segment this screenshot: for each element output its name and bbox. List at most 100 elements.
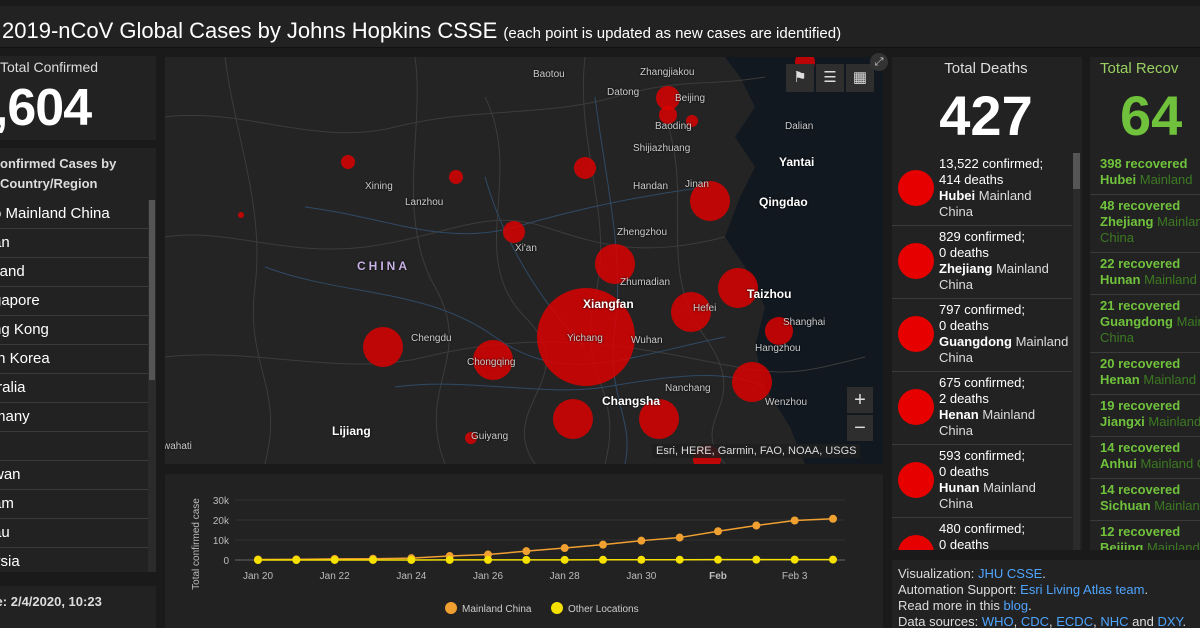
list-item[interactable]: 480 confirmed; 0 deaths <box>892 518 1072 550</box>
jhu-csse-link[interactable]: JHU CSSE <box>978 566 1042 581</box>
list-item[interactable]: am <box>0 490 148 519</box>
recovered-count: 22 recovered <box>1100 256 1181 271</box>
case-bubble-hebei[interactable] <box>574 157 596 179</box>
map-label: Chongqing <box>467 357 516 368</box>
list-item[interactable]: iland <box>0 258 148 287</box>
list-item[interactable]: gapore <box>0 287 148 316</box>
esri-living-atlas-link[interactable]: Esri Living Atlas team <box>1020 582 1144 597</box>
expand-icon[interactable]: ⤢ <box>870 53 888 71</box>
map-label: Shijiazhuang <box>633 143 691 154</box>
list-item[interactable]: 48 recoveredZhejiang Mainland China <box>1090 195 1200 253</box>
legend-marker <box>551 602 563 614</box>
data-point <box>560 555 569 564</box>
country-name: Mainland <box>1146 540 1200 550</box>
data-point <box>484 555 492 564</box>
list-item[interactable]: tralia <box>0 374 148 403</box>
list-item[interactable] <box>0 432 148 461</box>
scrollbar-thumb[interactable] <box>149 200 155 380</box>
death-count: 0 deaths <box>939 245 989 260</box>
map-label: Zhumadian <box>620 277 671 288</box>
ecdc-link[interactable]: ECDC <box>1056 614 1093 628</box>
list-item[interactable]: o Mainland China <box>0 200 148 229</box>
last-updated-panel: ate: 2/4/2020, 10:23 <box>0 586 156 628</box>
chart-svg: 0 10k 20k 30k Total confirmed case Jan 20 Jan … <box>191 496 845 615</box>
map-attribution[interactable]: Esri, HERE, Garmin, FAO, NOAA, USGS <box>652 444 861 458</box>
data-point <box>560 544 569 553</box>
case-bubble-shaanxi[interactable] <box>503 221 525 243</box>
list-item[interactable]: ysia <box>0 548 148 572</box>
list-item[interactable]: 675 confirmed; 2 deaths Henan Mainland Chi… <box>892 372 1072 445</box>
case-bubble-hunan[interactable] <box>553 399 593 439</box>
country-list-scrollbar[interactable] <box>148 200 156 572</box>
blog-link[interactable]: blog <box>1004 598 1029 613</box>
data-point <box>637 555 646 564</box>
case-bubble-ningxia[interactable] <box>449 170 463 184</box>
info-visualization: Visualization: JHU CSSE. <box>898 566 1046 581</box>
nhc-link[interactable]: NHC <box>1100 614 1128 628</box>
list-item[interactable]: 20 recovered Henan Mainland <box>1090 353 1200 395</box>
list-item[interactable]: 14 recoveredSichuan Mainland <box>1090 479 1200 521</box>
list-item[interactable]: 797 confirmed; 0 deaths Guangdong Mainland… <box>892 299 1072 372</box>
total-confirmed-label: Total Confirmed <box>0 59 99 75</box>
list-item[interactable]: 22 recovered Hunan Mainland <box>1090 253 1200 295</box>
list-icon[interactable]: ☰ <box>816 64 844 92</box>
basemap-gallery-icon[interactable]: ▦ <box>846 64 874 92</box>
zoom-out-button[interactable]: − <box>847 415 873 441</box>
info-read-more: Read more in this blog. <box>898 598 1032 613</box>
list-item[interactable]: au <box>0 519 148 548</box>
confirmed-count: 675 confirmed; <box>939 375 1025 390</box>
list-item[interactable]: 21 recoveredGuangdong Mainl China <box>1090 295 1200 353</box>
region-name: Zhejiang <box>939 261 993 276</box>
map-label: Qingdao <box>759 195 808 209</box>
dxy-link[interactable]: DXY <box>1157 614 1182 628</box>
map-label: Xining <box>365 181 393 192</box>
country-name: Mainland <box>1154 498 1200 513</box>
case-dot-icon <box>898 316 934 352</box>
list-item[interactable]: 12 recovered Beijing Mainland <box>1090 521 1200 550</box>
case-bubble-zhejiang[interactable] <box>732 362 772 402</box>
region-name: Hunan <box>939 480 980 495</box>
bookmark-icon[interactable]: ⚑ <box>786 64 814 92</box>
list-item[interactable]: 829 confirmed; 0 deaths Zhejiang Mainland … <box>892 226 1072 299</box>
map-label: Beijing <box>675 93 706 104</box>
x-tick-label: Jan 24 <box>396 571 426 582</box>
cdc-link[interactable]: CDC <box>1021 614 1049 628</box>
data-point <box>752 521 761 530</box>
confirmed-count: 593 confirmed; <box>939 448 1025 463</box>
death-count: 414 deaths <box>939 172 1004 187</box>
data-point <box>599 540 607 549</box>
recovered-count: 14 recovered <box>1100 482 1181 497</box>
map-view[interactable]: Baotou Zhangjiakou Datong Beijing Baodin… <box>165 57 883 464</box>
legend-label: Mainland China <box>462 604 532 615</box>
total-deaths-value: 427 <box>939 84 1033 147</box>
info-label: Automation Support: <box>898 582 1017 597</box>
legend-label: Other Locations <box>568 604 639 615</box>
list-item[interactable]: 593 confirmed; 0 deaths Hunan Mainland Chi… <box>892 445 1072 518</box>
case-bubble-qinghai[interactable] <box>238 212 244 218</box>
deaths-list-scrollbar[interactable] <box>1073 153 1080 550</box>
list-item[interactable]: wan <box>0 461 148 490</box>
list-item[interactable]: an <box>0 229 148 258</box>
list-item[interactable]: 398 recovered Hubei Mainland <box>1090 153 1200 195</box>
list-item[interactable]: 14 recovered Anhui Mainland C <box>1090 437 1200 479</box>
list-item[interactable]: many <box>0 403 148 432</box>
data-point <box>254 555 262 564</box>
map-label: Datong <box>607 87 640 98</box>
list-item[interactable]: 13,522 confirmed; 414 deaths Hubei Mainlan… <box>892 153 1072 226</box>
case-bubbles[interactable] <box>238 57 815 464</box>
scrollbar-thumb[interactable] <box>1073 153 1080 189</box>
map-label: Baotou <box>533 69 565 80</box>
y-tick-label: 0 <box>223 556 229 567</box>
list-item[interactable]: 19 recovered Jiangxi Mainland <box>1090 395 1200 437</box>
zoom-in-button[interactable]: + <box>847 387 873 413</box>
case-bubble-sichuan[interactable] <box>363 327 403 367</box>
case-bubble-gansu[interactable] <box>341 155 355 169</box>
country-list: o Mainland China an iland gapore ng Kong… <box>0 200 148 572</box>
info-panel: Visualization: JHU CSSE. Automation Supp… <box>892 560 1200 628</box>
data-point <box>292 555 301 564</box>
data-point <box>675 533 684 542</box>
recovered-count: 21 recovered <box>1100 298 1181 313</box>
list-item[interactable]: ng Kong <box>0 316 148 345</box>
list-item[interactable]: th Korea <box>0 345 148 374</box>
who-link[interactable]: WHO <box>982 614 1014 628</box>
